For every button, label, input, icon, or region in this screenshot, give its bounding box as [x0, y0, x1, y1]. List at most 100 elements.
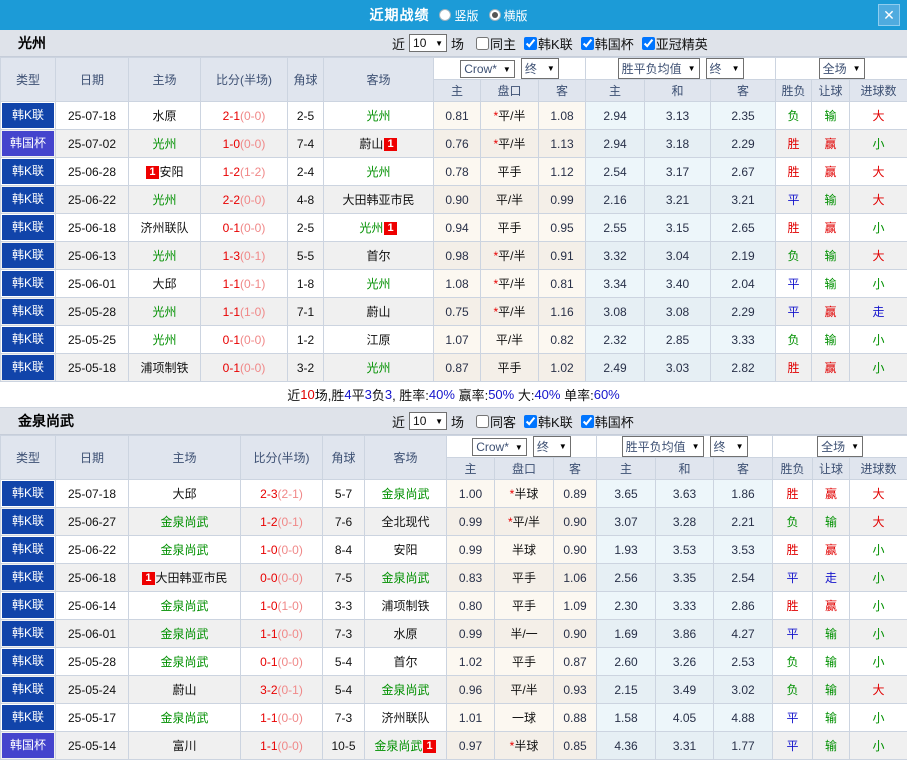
summary-text-part: 60%: [594, 387, 620, 402]
red-card-badge: 1: [146, 166, 158, 179]
avg-final-select-value: 终: [710, 60, 722, 77]
handicap-text: 一球: [512, 711, 536, 725]
corners-cell: 2-4: [288, 158, 324, 186]
handicap-result-cell: 赢: [812, 214, 850, 242]
handicap-text: 平/半: [513, 515, 540, 529]
handicap-text: 平/半: [510, 683, 537, 697]
chevron-down-icon: ▼: [688, 64, 696, 73]
wdl-cell-text: 负: [788, 109, 800, 123]
away-team-name: 首尔: [366, 249, 390, 263]
corners-cell: 7-4: [288, 130, 324, 158]
checkbox-input[interactable]: [642, 37, 655, 50]
odds-away-cell: 0.93: [554, 676, 597, 704]
chevron-down-icon: ▼: [435, 417, 443, 426]
handicap-cell: 平/半: [481, 186, 539, 214]
wdl-cell-text: 平: [788, 305, 800, 319]
avg-away-cell: 4.27: [714, 620, 773, 648]
league-cell: 韩K联: [1, 354, 56, 382]
handicap-result-cell-text: 赢: [825, 599, 837, 613]
date-cell: 25-06-27: [56, 508, 129, 536]
games-label: 场: [451, 412, 464, 431]
odds-home-cell: 0.81: [434, 102, 481, 130]
odds-source-select[interactable]: Crow*▼: [472, 438, 527, 456]
home-team-cell: 光州: [129, 298, 201, 326]
home-team-cell: 光州: [129, 186, 201, 214]
checkbox-input[interactable]: [524, 415, 537, 428]
recent-count-select[interactable]: 10▼: [409, 34, 447, 52]
handicap-result-cell: 输: [813, 620, 850, 648]
avg-final-select[interactable]: 终▼: [710, 436, 748, 457]
away-team-name: 金泉尚武: [381, 571, 429, 585]
wdl-cell: 平: [776, 270, 812, 298]
filter-checkbox-1[interactable]: 韩K联: [520, 34, 573, 53]
goals-result-cell-text: 大: [873, 165, 885, 179]
league-badge: 韩K联: [2, 271, 54, 296]
summary-text-part: 赢率:: [455, 385, 488, 404]
goals-result-cell: 大: [850, 242, 907, 270]
handicap-result-cell: 输: [813, 508, 850, 536]
filter-checkbox-2[interactable]: 韩国杯: [577, 412, 634, 431]
handicap-result-cell-text: 赢: [825, 487, 837, 501]
scope-select[interactable]: 全场▼: [819, 58, 865, 79]
avg-away-cell: 2.65: [711, 214, 776, 242]
avg-draw-cell: 3.31: [656, 732, 714, 760]
checkbox-input[interactable]: [581, 415, 594, 428]
col-wdl: 胜负: [776, 80, 812, 102]
league-cell: 韩K联: [1, 326, 56, 354]
filter-checkbox-0[interactable]: 同客: [472, 412, 516, 431]
checkbox-input[interactable]: [476, 37, 489, 50]
close-button[interactable]: ✕: [878, 4, 900, 26]
odds-home-cell: 0.78: [434, 158, 481, 186]
avg-home-cell: 2.60: [597, 648, 656, 676]
handicap-result-cell: 赢: [812, 158, 850, 186]
handicap-text: 平/半: [498, 305, 525, 319]
summary-text-part: 近: [287, 385, 300, 404]
odds-source-select[interactable]: Crow*▼: [460, 60, 515, 78]
date-cell: 25-05-14: [56, 732, 129, 760]
filter-checkbox-1[interactable]: 韩K联: [520, 412, 573, 431]
col-away: 客场: [324, 58, 434, 102]
avg-home-cell: 3.07: [597, 508, 656, 536]
away-team-name: 光州: [366, 361, 390, 375]
handicap-cell: 平手: [495, 648, 554, 676]
checkbox-input[interactable]: [581, 37, 594, 50]
away-team-cell: 金泉尚武: [365, 564, 447, 592]
avg-away-cell: 3.53: [714, 536, 773, 564]
filter-checkbox-3[interactable]: 亚冠精英: [638, 34, 708, 53]
wdl-cell: 平: [776, 186, 812, 214]
wdl-cell: 负: [776, 242, 812, 270]
filter-checkbox-2[interactable]: 韩国杯: [577, 34, 634, 53]
odds-final-select[interactable]: 终▼: [521, 58, 559, 79]
avg-select[interactable]: 胜平负均值▼: [622, 436, 704, 457]
titlebar: 近期战绩 竖版横版 ✕: [0, 0, 907, 30]
avg-final-select[interactable]: 终▼: [706, 58, 744, 79]
col-avg-home: 主: [597, 458, 656, 480]
avg-home-cell: 3.08: [586, 298, 645, 326]
corners-cell: 7-6: [323, 508, 365, 536]
avg-away-cell: 3.02: [714, 676, 773, 704]
date-cell: 25-05-17: [56, 704, 129, 732]
col-corners: 角球: [323, 436, 365, 480]
scope-select[interactable]: 全场▼: [817, 436, 863, 457]
fulltime-score: 1-1: [260, 739, 277, 753]
wdl-cell: 平: [773, 620, 813, 648]
recent-count-select[interactable]: 10▼: [409, 412, 447, 430]
away-team-name: 金泉尚武: [381, 487, 429, 501]
match-row: 韩K联25-06-13光州1-3(0-1)5-5首尔0.98*平/半0.913.…: [1, 242, 907, 270]
avg-draw-cell: 3.63: [656, 480, 714, 508]
handicap-result-cell: 输: [812, 270, 850, 298]
home-team-cell: 大邱: [129, 270, 201, 298]
layout-radio-vertical[interactable]: 竖版: [439, 7, 478, 24]
avg-away-cell: 2.04: [711, 270, 776, 298]
checkbox-label: 韩K联: [538, 34, 573, 53]
checkbox-input[interactable]: [524, 37, 537, 50]
home-team-name: 金泉尚武: [160, 655, 208, 669]
filter-checkbox-0[interactable]: 同主: [472, 34, 516, 53]
team-name: 光州: [18, 33, 46, 53]
avg-select[interactable]: 胜平负均值▼: [618, 58, 700, 79]
league-cell: 韩K联: [1, 508, 56, 536]
checkbox-input[interactable]: [476, 415, 489, 428]
odds-final-select[interactable]: 终▼: [533, 436, 571, 457]
home-team-cell: 浦项制铁: [129, 354, 201, 382]
layout-radio-horizontal[interactable]: 横版: [489, 7, 528, 24]
